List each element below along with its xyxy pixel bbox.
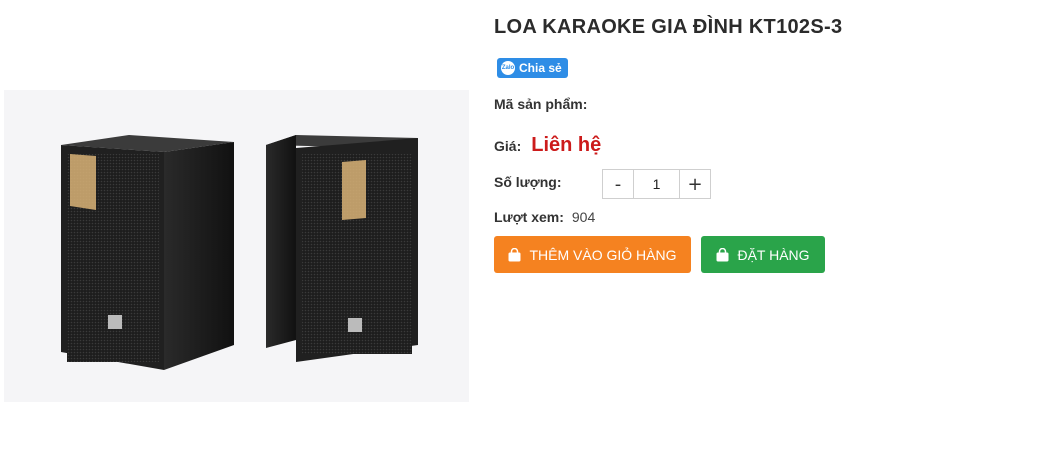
views-value: 904 [571, 209, 596, 225]
price-row: Giá: Liên hệ [494, 134, 601, 157]
views-row: Lượt xem: 904 [494, 209, 595, 225]
zalo-icon: Zalo [501, 61, 515, 75]
share-label: Chia sẻ [519, 61, 562, 75]
quantity-input[interactable] [633, 170, 680, 198]
quantity-decrease-button[interactable]: - [603, 170, 633, 198]
sku-row: Mã sản phẩm: [494, 96, 595, 112]
views-label: Lượt xem: [494, 209, 564, 225]
quantity-label: Số lượng: [494, 174, 562, 190]
product-image[interactable] [4, 90, 469, 402]
quantity-stepper: - + [602, 169, 711, 199]
zalo-share-button[interactable]: Zalo Chia sẻ [497, 58, 568, 78]
shopping-bag-icon [508, 247, 521, 261]
add-to-cart-button[interactable]: THÊM VÀO GIỎ HÀNG [494, 236, 691, 273]
left-speaker [61, 135, 234, 370]
order-label: ĐẶT HÀNG [737, 246, 810, 263]
order-button[interactable]: ĐẶT HÀNG [701, 236, 825, 273]
price-value: Liên hệ [531, 134, 602, 156]
shopping-bag-icon [716, 247, 729, 261]
right-speaker [266, 135, 418, 362]
price-label: Giá: [494, 137, 522, 154]
quantity-increase-button[interactable]: + [680, 170, 710, 198]
quantity-row: Số lượng: [494, 174, 562, 190]
product-title: LOA KARAOKE GIA ĐÌNH KT102S-3 [494, 16, 843, 38]
speaker-pair-image [61, 135, 418, 370]
sku-label: Mã sản phẩm: [494, 96, 588, 112]
add-to-cart-label: THÊM VÀO GIỎ HÀNG [529, 246, 677, 263]
